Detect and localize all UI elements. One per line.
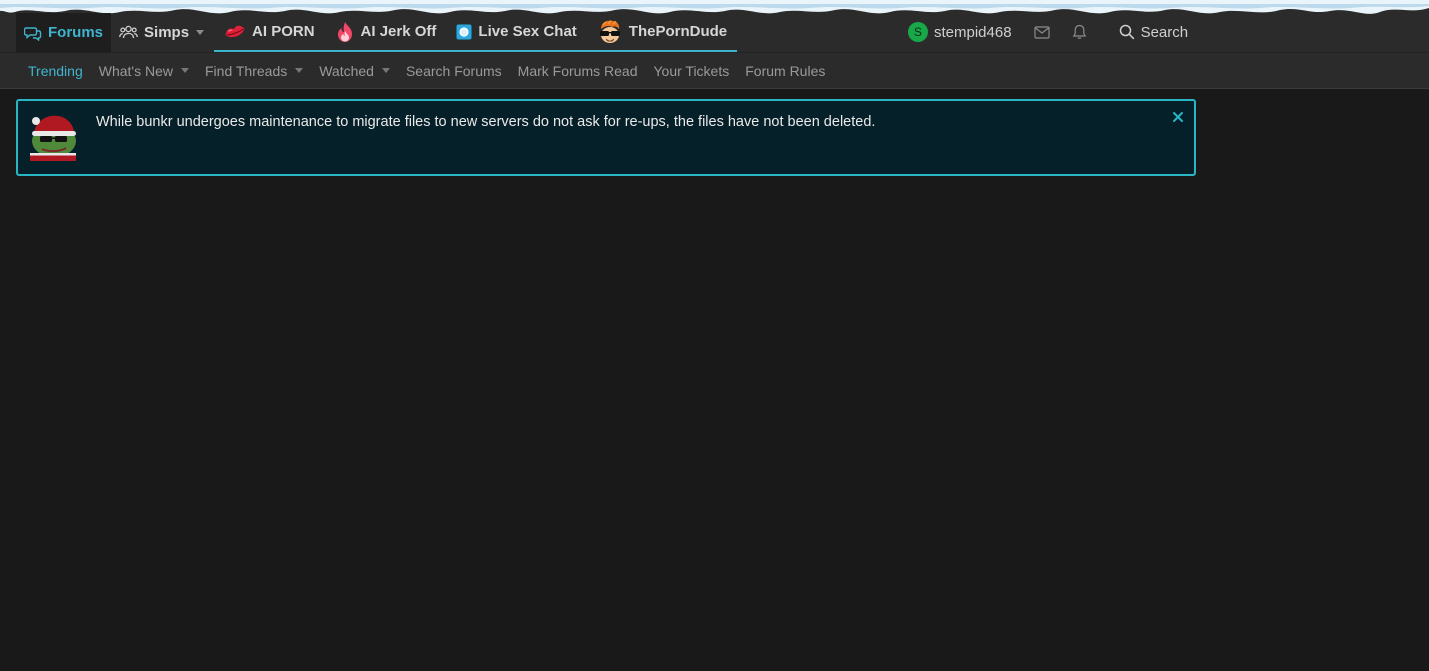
promo-live-sex-chat-label: Live Sex Chat (478, 23, 577, 40)
promo-links: AI PORN AI Jerk Off Live Sex Chat ThePor… (214, 13, 738, 52)
tab-forums[interactable]: Forums (16, 13, 112, 52)
subnav-watched-label: Watched (319, 62, 374, 79)
subnav-trending-label: Trending (28, 62, 83, 79)
subnav-search-forums[interactable]: Search Forums (398, 63, 510, 79)
chat-bubbles-icon (24, 25, 42, 41)
username: stempid468 (934, 23, 1012, 41)
notice-banner: While bunkr undergoes maintenance to mig… (16, 99, 1196, 176)
user-bar: S stempid468 Search (908, 20, 1188, 44)
subnav-whats-new[interactable]: What's New (91, 63, 197, 79)
envelope-icon[interactable] (1033, 25, 1050, 39)
chevron-down-icon[interactable] (181, 68, 189, 73)
sub-navigation: Trending What's New Find Threads Watched… (0, 52, 1429, 89)
account-link[interactable]: S stempid468 (908, 22, 1012, 42)
chat-square-icon (456, 24, 472, 40)
search-label: Search (1140, 23, 1189, 41)
pepe-santa-avatar (28, 111, 78, 161)
subnav-find-threads[interactable]: Find Threads (197, 63, 311, 79)
notice-text: While bunkr undergoes maintenance to mig… (96, 114, 876, 130)
subnav-whats-new-label: What's New (98, 62, 173, 79)
fire-icon (335, 21, 355, 43)
tab-simps[interactable]: Simps (111, 13, 212, 52)
promo-ai-jerk-off[interactable]: AI Jerk Off (325, 21, 447, 43)
dude-face-icon (597, 19, 623, 44)
subnav-watched[interactable]: Watched (311, 63, 398, 79)
subnav-your-tickets-label: Your Tickets (653, 62, 730, 79)
promo-theporndude[interactable]: ThePornDude (587, 19, 737, 44)
search-button[interactable]: Search (1119, 23, 1189, 41)
users-icon (119, 25, 138, 40)
avatar: S (908, 22, 928, 42)
bell-icon[interactable] (1072, 24, 1087, 40)
chevron-down-icon[interactable] (295, 68, 304, 73)
promo-theporndude-label: ThePornDude (628, 23, 728, 40)
promo-ai-porn[interactable]: AI PORN (214, 23, 325, 41)
subnav-search-forums-label: Search Forums (405, 62, 502, 79)
chevron-down-icon[interactable] (381, 68, 390, 73)
subnav-forum-rules[interactable]: Forum Rules (737, 63, 833, 79)
promo-live-sex-chat[interactable]: Live Sex Chat (446, 23, 586, 40)
main-nav: Forums Simps AI PORN AI Jerk Off Live Se… (16, 13, 738, 52)
close-icon[interactable] (1172, 111, 1184, 123)
subnav-your-tickets[interactable]: Your Tickets (645, 63, 737, 79)
chevron-down-icon[interactable] (196, 30, 205, 35)
tab-forums-label: Forums (48, 24, 104, 41)
search-icon (1119, 24, 1135, 40)
subnav-trending[interactable]: Trending (20, 63, 91, 79)
subnav-mark-forums-read-label: Mark Forums Read (517, 62, 638, 79)
lips-icon (224, 23, 246, 41)
subnav-forum-rules-label: Forum Rules (745, 62, 826, 79)
promo-ai-jerk-off-label: AI Jerk Off (360, 23, 437, 40)
tab-simps-label: Simps (144, 24, 190, 41)
promo-ai-porn-label: AI PORN (252, 23, 315, 40)
subnav-find-threads-label: Find Threads (205, 62, 288, 79)
subnav-mark-forums-read[interactable]: Mark Forums Read (510, 63, 646, 79)
top-navigation: Forums Simps AI PORN AI Jerk Off Live Se… (0, 0, 1429, 52)
